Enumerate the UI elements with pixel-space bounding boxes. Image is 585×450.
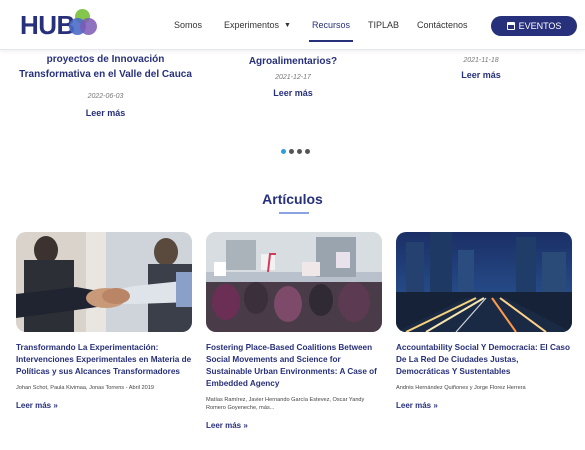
- slide-title-line: Transformativa en el Valle del Cauca: [19, 69, 192, 80]
- hub-logo[interactable]: HUB: [20, 9, 97, 40]
- events-button-label: EVENTOS: [518, 21, 562, 31]
- nav-contactenos[interactable]: Contáctenos: [408, 0, 477, 50]
- section-underline: [279, 212, 309, 214]
- carousel-slide-1: proyectos de Innovación Transformativa e…: [18, 53, 193, 118]
- nav-tiplab-label: TIPLAB: [368, 20, 400, 30]
- slide-title-line: proyectos de Innovación: [46, 54, 165, 65]
- slide-date: 2021-11-18: [463, 57, 499, 64]
- slide-read-more-link[interactable]: Leer más: [440, 70, 522, 80]
- slide-date: 2021-12-17: [275, 74, 311, 81]
- nav-recursos[interactable]: Recursos: [303, 0, 359, 50]
- slide-date: 2022-06-03: [87, 93, 124, 100]
- article-title[interactable]: Transformando La Experimentación: Interv…: [16, 342, 192, 378]
- carousel-dot[interactable]: [305, 149, 310, 154]
- carousel-slide-2: Agroalimentarios? 2021-12-17 Leer más: [213, 55, 373, 98]
- slide-read-more-link[interactable]: Leer más: [213, 88, 373, 98]
- nav-experimentos-label: Experimentos: [224, 20, 280, 30]
- nav-recursos-label: Recursos: [311, 20, 350, 30]
- nav-somos-label: Somos: [174, 20, 203, 30]
- nav-contactenos-label: Contáctenos: [417, 20, 468, 30]
- slide-read-more-link[interactable]: Leer más: [18, 108, 193, 118]
- article-authors: Johan Schot, Paula Kivimaa, Jonas Torren…: [16, 385, 154, 391]
- events-button[interactable]: EVENTOS: [491, 16, 577, 36]
- caret-down-icon: ▼: [284, 21, 291, 29]
- section-title: Artículos: [262, 191, 323, 207]
- article-card: Transformando La Experimentación: Interv…: [16, 232, 192, 410]
- slide-title-line: Agroalimentarios?: [248, 56, 338, 67]
- city-night-photo[interactable]: [396, 232, 572, 332]
- handshake-photo[interactable]: [16, 232, 192, 332]
- article-card: Accountability Social Y Democracia: El C…: [396, 232, 572, 410]
- carousel-dot[interactable]: [281, 149, 286, 154]
- article-title[interactable]: Fostering Place-Based Coalitions Between…: [206, 342, 382, 390]
- calendar-icon: [506, 22, 515, 30]
- logo-circles-icon: [68, 9, 97, 37]
- article-read-more-link[interactable]: Leer más »: [16, 401, 192, 410]
- main-nav: Somos Experimentos ▼ Recursos TIPLAB Cont…: [165, 0, 477, 50]
- article-authors: Matías Ramírez, Javier Hernando García E…: [206, 397, 365, 411]
- protest-photo[interactable]: [206, 232, 382, 332]
- carousel-dot[interactable]: [289, 149, 294, 154]
- carousel-dots: [281, 149, 310, 154]
- carousel-dot[interactable]: [297, 149, 302, 154]
- nav-somos[interactable]: Somos: [165, 0, 211, 50]
- article-authors: Andrés Hernández Quiñones y Jorge Florez…: [396, 385, 526, 391]
- article-card: Fostering Place-Based Coalitions Between…: [206, 232, 382, 430]
- article-read-more-link[interactable]: Leer más »: [206, 421, 382, 430]
- site-header: HUB Somos Experimentos ▼ Recursos TIPLAB …: [0, 0, 585, 50]
- article-title[interactable]: Accountability Social Y Democracia: El C…: [396, 342, 572, 378]
- article-read-more-link[interactable]: Leer más »: [396, 401, 572, 410]
- logo-text: HUB: [20, 9, 75, 40]
- nav-tiplab[interactable]: TIPLAB: [359, 0, 408, 50]
- carousel-slide-3: 2021-11-18 Leer más: [440, 57, 522, 80]
- nav-experimentos[interactable]: Experimentos ▼: [215, 0, 300, 50]
